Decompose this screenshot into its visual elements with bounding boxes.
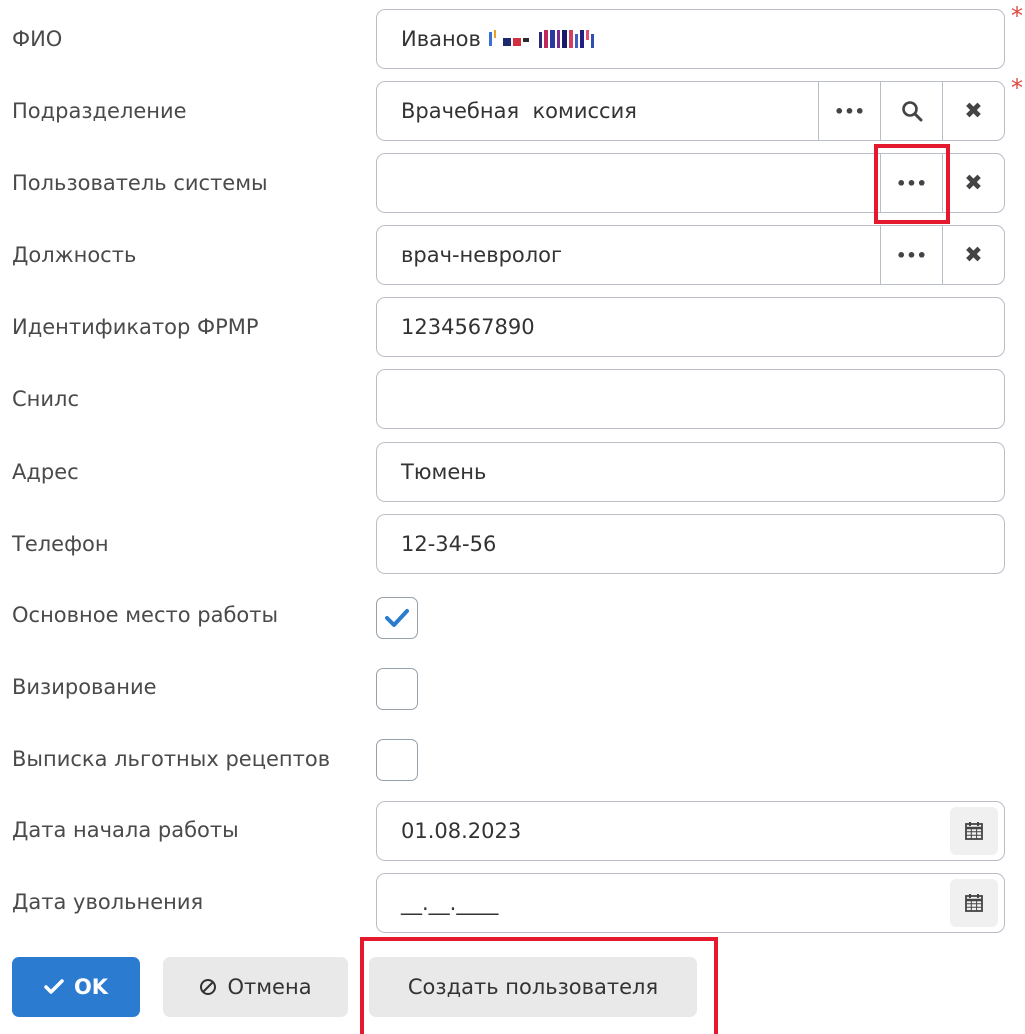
checkmark-icon [44,979,64,994]
ban-icon [200,979,217,995]
dismissal-date-label: Дата увольнения [12,890,204,914]
close-icon: ✖ [964,170,983,196]
department-clear-button[interactable]: ✖ [942,82,1004,140]
department-required-marker: * [1011,74,1023,102]
department-select-button[interactable]: ••• [818,82,880,140]
search-icon [901,101,922,122]
dismissal-date-input[interactable]: __.__.____ [376,873,1005,933]
address-value: Тюмень [401,460,487,484]
close-icon: ✖ [964,242,983,268]
snils-label: Снилс [12,387,80,411]
snils-value [377,370,1004,428]
address-label: Адрес [12,460,79,484]
preferential-prescriptions-checkbox[interactable] [376,739,418,781]
department-input[interactable]: Врачебная комиссия ••• ✖ [376,81,1005,141]
ok-button-label: OK [73,975,109,999]
frmr-id-label: Идентификатор ФРМР [12,315,259,339]
calendar-icon [965,894,983,912]
start-date-calendar-button[interactable] [950,807,998,855]
ellipsis-icon: ••• [834,101,865,121]
position-value: врач-невролог [401,243,563,267]
ok-button[interactable]: OK [12,957,140,1017]
cancel-button-label: Отмена [227,975,312,999]
fio-input[interactable]: Иванов [376,9,1005,69]
department-label: Подразделение [12,99,187,123]
position-label: Должность [12,243,137,267]
frmr-id-value: 1234567890 [401,315,535,339]
dismissal-date-value: __.__.____ [401,891,499,915]
preferential-prescriptions-label: Выписка льготных рецептов [12,747,331,771]
system-user-label: Пользователь системы [12,171,268,195]
position-input[interactable]: врач-невролог ••• ✖ [376,225,1005,285]
main-workplace-label: Основное место работы [12,603,279,627]
system-user-clear-button[interactable]: ✖ [942,154,1004,212]
position-clear-button[interactable]: ✖ [942,226,1004,284]
fio-required-marker: * [1011,2,1023,30]
checkmark-icon [385,609,409,627]
redacted-name-image [488,30,594,48]
phone-value: 12-34-56 [401,532,497,556]
visa-label: Визирование [12,675,157,699]
highlight-box-select-user [874,144,950,224]
department-search-button[interactable] [880,82,942,140]
start-date-input[interactable]: 01.08.2023 [376,801,1005,861]
snils-input[interactable] [376,369,1005,429]
main-workplace-checkbox[interactable] [376,597,418,639]
cancel-button[interactable]: Отмена [163,957,348,1017]
close-icon: ✖ [964,98,983,124]
system-user-value [377,154,880,212]
position-select-button[interactable]: ••• [880,226,942,284]
visa-checkbox[interactable] [376,668,418,710]
address-input[interactable]: Тюмень [376,442,1005,502]
ellipsis-icon: ••• [896,245,927,265]
fio-label: ФИО [12,27,63,51]
phone-label: Телефон [12,532,109,556]
highlight-box-create-user [360,937,718,1034]
frmr-id-input[interactable]: 1234567890 [376,297,1005,357]
dismissal-date-calendar-button[interactable] [950,879,998,927]
calendar-icon [965,822,983,840]
start-date-label: Дата начала работы [12,818,239,842]
start-date-value: 01.08.2023 [401,819,522,843]
department-value: Врачебная комиссия [401,99,637,123]
phone-input[interactable]: 12-34-56 [376,514,1005,574]
fio-value: Иванов [401,27,481,51]
